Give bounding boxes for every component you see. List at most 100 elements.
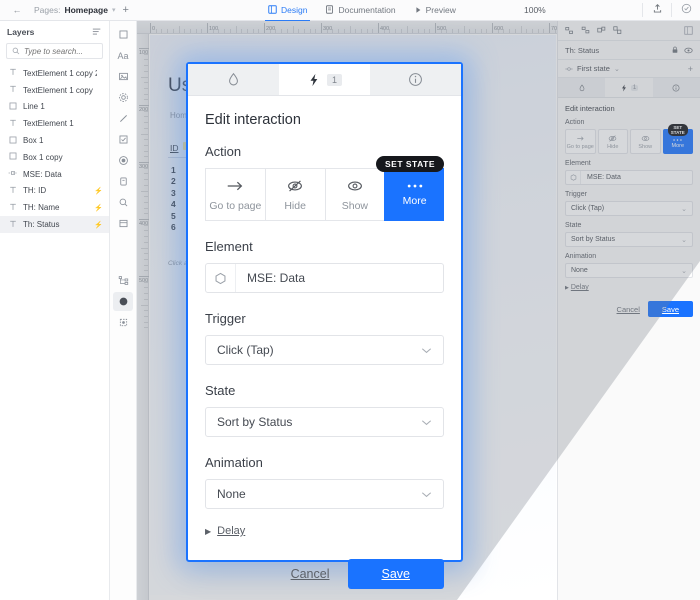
layer-row[interactable]: TextElement 1 copy xyxy=(0,82,109,99)
layer-row[interactable]: Th: Status ⚡ xyxy=(0,216,109,233)
modal-trigger-select[interactable]: Click (Tap) xyxy=(205,335,444,365)
element-field[interactable]: MSE: Data xyxy=(565,170,693,185)
layers-list: TextElement 1 copy 2 TextElement 1 copy Li… xyxy=(0,65,109,233)
layer-row[interactable]: TextElement 1 copy 2 xyxy=(0,65,109,82)
modal-state-select[interactable]: Sort by Status xyxy=(205,407,444,437)
settings-tool-icon[interactable] xyxy=(113,88,133,107)
ruler-minor-tick xyxy=(144,82,148,84)
modal-cancel-button[interactable]: Cancel xyxy=(287,561,334,587)
modal-action-hide[interactable]: Hide xyxy=(264,168,325,221)
layer-row[interactable]: TH: ID ⚡ xyxy=(0,183,109,200)
ruler-minor-tick xyxy=(144,122,148,124)
distribute-icon[interactable] xyxy=(613,26,622,35)
top-bar-actions xyxy=(642,3,700,17)
back-arrow-icon[interactable]: ← xyxy=(0,5,34,15)
action-more[interactable]: SET STATE More xyxy=(662,124,693,154)
modal-animation-select[interactable]: None xyxy=(205,479,444,509)
modal-action-more[interactable]: More xyxy=(384,168,444,221)
box-icon xyxy=(8,102,17,112)
ruler-minor-tick xyxy=(509,29,511,33)
sort-icon[interactable] xyxy=(92,27,102,37)
button-tool-icon[interactable] xyxy=(113,172,133,191)
rectangle-tool-icon[interactable] xyxy=(113,25,133,44)
page-name[interactable]: Homepage xyxy=(64,5,107,15)
modal-body: Edit interaction Action Go to page Hide xyxy=(188,96,461,589)
ruler-minor-tick xyxy=(144,258,148,260)
modal-tab-info[interactable] xyxy=(370,64,461,95)
component-tool-icon[interactable] xyxy=(113,313,133,332)
modal-action-go-to-page[interactable]: Go to page xyxy=(205,168,265,221)
search-input[interactable] xyxy=(24,46,97,56)
animation-select[interactable]: None ⌄ xyxy=(565,263,693,278)
tab-design-label: Design xyxy=(281,4,308,15)
layer-row[interactable]: TextElement 1 xyxy=(0,115,109,132)
layer-row[interactable]: Line 1 xyxy=(0,99,109,116)
chevron-down-icon: ⌄ xyxy=(681,205,687,213)
delay-disclosure[interactable]: ▶ Delay xyxy=(565,284,693,291)
action-go-to-page[interactable]: Go to page xyxy=(565,129,596,154)
modal-delay-disclosure[interactable]: ▶ Delay xyxy=(205,525,444,537)
layer-row[interactable]: MSE: Data xyxy=(0,166,109,183)
layer-row[interactable]: Box 1 xyxy=(0,132,109,149)
ruler-minor-tick xyxy=(235,26,237,33)
search-tool-icon[interactable] xyxy=(113,193,133,212)
ruler-minor-tick xyxy=(144,65,148,67)
text-icon xyxy=(8,119,17,129)
chevron-down-icon xyxy=(421,419,432,426)
state-selector-row[interactable]: First state ⌄ + xyxy=(558,60,700,78)
zoom-level[interactable]: 100% xyxy=(524,5,546,15)
layers-title: Layers xyxy=(7,27,35,37)
grid-icon[interactable] xyxy=(684,26,693,35)
ruler-minor-tick xyxy=(326,29,328,33)
save-button[interactable]: Save xyxy=(647,301,693,317)
share-upload-icon[interactable] xyxy=(643,3,671,17)
ruler-minor-tick xyxy=(429,29,431,33)
tab-design[interactable]: Design xyxy=(264,4,311,22)
check-circle-icon[interactable] xyxy=(672,3,700,17)
action-show[interactable]: Show xyxy=(630,129,661,154)
state-select[interactable]: Sort by Status ⌄ xyxy=(565,232,693,247)
tab-documentation[interactable]: Documentation xyxy=(325,5,396,16)
state-tool-icon[interactable] xyxy=(113,292,133,311)
trigger-select[interactable]: Click (Tap) ⌄ xyxy=(565,201,693,216)
align-right-icon[interactable] xyxy=(597,26,606,35)
ruler-minor-tick xyxy=(144,156,148,158)
modal-tab-styles[interactable] xyxy=(188,64,279,95)
tab-styles[interactable] xyxy=(558,78,605,97)
layers-search[interactable] xyxy=(6,43,103,59)
chevron-down-icon[interactable]: ⌄ xyxy=(614,65,620,73)
ruler-tick xyxy=(139,48,149,49)
artboard-column-header-id[interactable]: ID xyxy=(170,143,179,153)
lock-icon[interactable] xyxy=(671,46,679,54)
checkbox-tool-icon[interactable] xyxy=(113,130,133,149)
ruler-minor-tick xyxy=(144,139,148,141)
layer-row[interactable]: TH: Name ⚡ xyxy=(0,199,109,216)
chevron-down-icon[interactable]: ▾ xyxy=(112,6,116,14)
modal-save-button[interactable]: Save xyxy=(347,559,444,589)
modal-element-field[interactable]: MSE: Data xyxy=(205,263,444,293)
align-center-icon[interactable] xyxy=(581,26,590,35)
cancel-button[interactable]: Cancel xyxy=(617,305,640,314)
tab-interactions[interactable]: 1 xyxy=(605,78,653,97)
align-left-icon[interactable] xyxy=(565,26,574,35)
image-tool-icon[interactable] xyxy=(113,67,133,86)
pages-breadcrumb[interactable]: Pages: Homepage ▾ + xyxy=(34,4,129,16)
ruler-minor-tick xyxy=(201,29,203,33)
modal-tab-interactions[interactable]: 1 xyxy=(279,64,370,95)
line-tool-icon[interactable] xyxy=(113,109,133,128)
tab-info[interactable] xyxy=(653,78,700,97)
radio-tool-icon[interactable] xyxy=(113,151,133,170)
layer-row[interactable]: Box 1 copy xyxy=(0,149,109,166)
hierarchy-tool-icon[interactable] xyxy=(113,271,133,290)
modal-action-go-to-page-label: Go to page xyxy=(209,199,262,212)
modal-animation-value: None xyxy=(217,487,246,501)
eye-icon[interactable] xyxy=(684,46,693,55)
text-tool-icon[interactable]: Aa xyxy=(113,46,133,65)
add-page-button[interactable]: + xyxy=(122,4,128,16)
add-state-button[interactable]: + xyxy=(688,64,693,74)
ruler-minor-tick xyxy=(141,76,148,78)
table-tool-icon[interactable] xyxy=(113,214,133,233)
tab-preview[interactable]: Preview xyxy=(414,5,456,16)
action-hide[interactable]: Hide xyxy=(597,129,628,154)
modal-action-show[interactable]: Show xyxy=(324,168,385,221)
